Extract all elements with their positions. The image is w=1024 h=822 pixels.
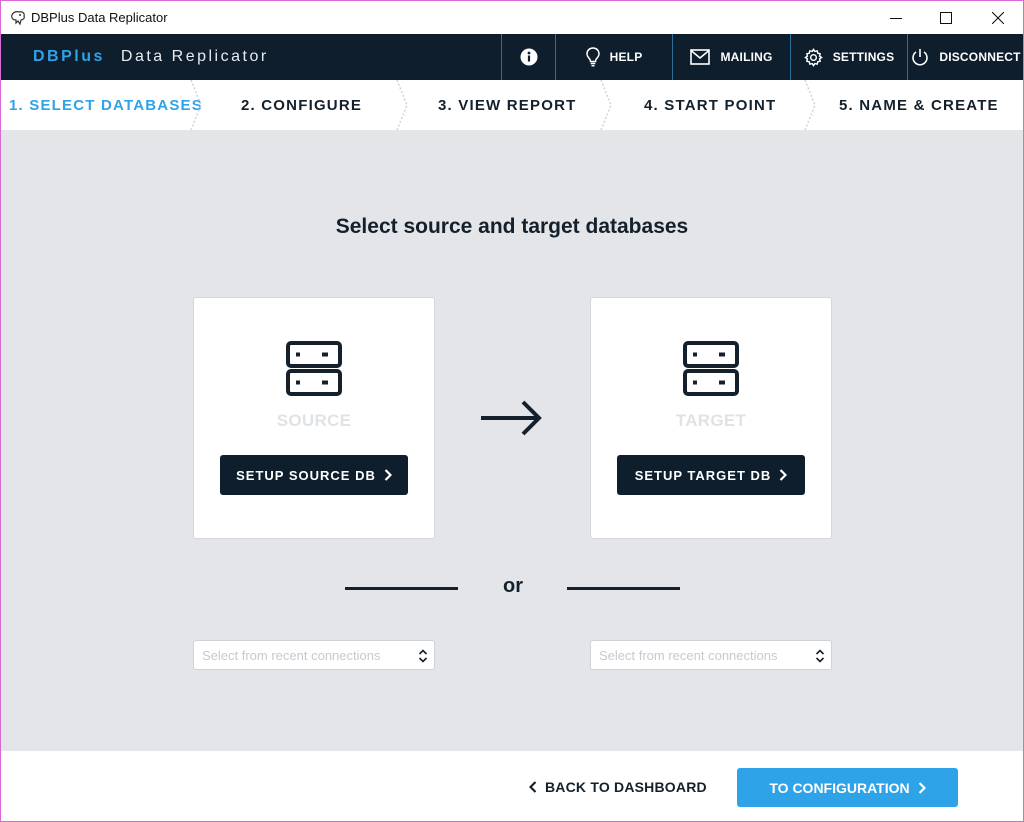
step-separator xyxy=(804,80,816,130)
chevron-right-icon xyxy=(918,781,926,794)
divider-line-left xyxy=(345,587,458,590)
setup-target-db-button[interactable]: SETUP TARGET DB xyxy=(617,455,805,495)
step-separator xyxy=(396,80,408,130)
help-label: HELP xyxy=(609,50,643,64)
or-label: or xyxy=(503,575,523,597)
maximize-icon xyxy=(940,11,952,24)
info-button[interactable] xyxy=(501,34,555,80)
envelope-icon xyxy=(690,49,711,65)
top-nav: DBPlus Data Replicator HELP MAILING SETT… xyxy=(1,34,1023,80)
to-configuration-button[interactable]: TO CONFIGURATION xyxy=(737,768,958,807)
step-name-create[interactable]: 5. NAME & CREATE xyxy=(839,80,999,130)
database-server-icon xyxy=(286,341,342,396)
target-recent-connections-select[interactable]: Select from recent connections xyxy=(590,640,832,670)
minimize-icon xyxy=(890,17,902,19)
window-title: DBPlus Data Replicator xyxy=(31,10,168,25)
updown-chevron-icon xyxy=(418,649,428,663)
setup-target-label: SETUP TARGET DB xyxy=(634,467,772,483)
setup-source-label: SETUP SOURCE DB xyxy=(236,467,376,483)
maximize-button[interactable] xyxy=(921,1,971,34)
nav-buttons: HELP MAILING SETTINGS DISCONNECT xyxy=(501,34,1023,80)
step-select-databases[interactable]: 1. SELECT DATABASES xyxy=(9,80,203,130)
app-logo-icon xyxy=(11,10,25,25)
arrow-right-icon xyxy=(481,400,542,436)
step-configure[interactable]: 2. CONFIGURE xyxy=(241,80,362,130)
chevron-left-icon xyxy=(529,781,537,793)
settings-button[interactable]: SETTINGS xyxy=(790,34,907,80)
close-icon xyxy=(992,11,1004,24)
brand-primary: DBPlus xyxy=(33,48,105,65)
back-label: BACK TO DASHBOARD xyxy=(545,779,707,795)
divider-line-right xyxy=(567,587,680,590)
title-bar: DBPlus Data Replicator xyxy=(1,1,1023,34)
power-icon xyxy=(912,49,929,66)
mailing-button[interactable]: MAILING xyxy=(672,34,790,80)
mailing-label: MAILING xyxy=(720,50,773,64)
chevron-right-icon xyxy=(780,469,788,481)
back-to-dashboard-button[interactable]: BACK TO DASHBOARD xyxy=(529,775,707,799)
disconnect-label: DISCONNECT xyxy=(939,50,1021,64)
brand-logo: DBPlus Data Replicator xyxy=(33,48,269,66)
next-label: TO CONFIGURATION xyxy=(769,779,910,796)
settings-label: SETTINGS xyxy=(832,50,895,64)
step-separator xyxy=(190,80,202,130)
footer-bar: BACK TO DASHBOARD TO CONFIGURATION xyxy=(1,751,1023,821)
source-card: SOURCE SETUP SOURCE DB xyxy=(193,297,435,539)
source-recent-placeholder: Select from recent connections xyxy=(202,647,381,663)
close-button[interactable] xyxy=(973,1,1023,34)
page-heading: Select source and target databases xyxy=(335,215,689,238)
app-window: DBPlus Data Replicator DBPlus Data Repli… xyxy=(0,0,1024,822)
target-recent-placeholder: Select from recent connections xyxy=(599,647,778,663)
minimize-button[interactable] xyxy=(871,1,921,34)
wizard-steps: 1. SELECT DATABASES 2. CONFIGURE 3. VIEW… xyxy=(1,80,1023,130)
target-label: TARGET xyxy=(675,411,747,430)
step-separator xyxy=(600,80,612,130)
help-button[interactable]: HELP xyxy=(555,34,672,80)
lightbulb-icon xyxy=(585,47,600,67)
source-label: SOURCE xyxy=(276,411,352,430)
database-server-icon xyxy=(683,341,739,396)
step-view-report[interactable]: 3. VIEW REPORT xyxy=(438,80,577,130)
target-card: TARGET SETUP TARGET DB xyxy=(590,297,832,539)
step-start-point[interactable]: 4. START POINT xyxy=(644,80,776,130)
chevron-right-icon xyxy=(384,469,392,481)
info-icon xyxy=(520,48,537,66)
disconnect-button[interactable]: DISCONNECT xyxy=(907,34,1023,80)
setup-source-db-button[interactable]: SETUP SOURCE DB xyxy=(220,455,408,495)
updown-chevron-icon xyxy=(815,649,825,663)
main-panel: Select source and target databases SOURC… xyxy=(1,130,1023,751)
source-recent-connections-select[interactable]: Select from recent connections xyxy=(193,640,435,670)
gear-icon xyxy=(803,47,823,67)
brand-secondary: Data Replicator xyxy=(120,48,269,65)
